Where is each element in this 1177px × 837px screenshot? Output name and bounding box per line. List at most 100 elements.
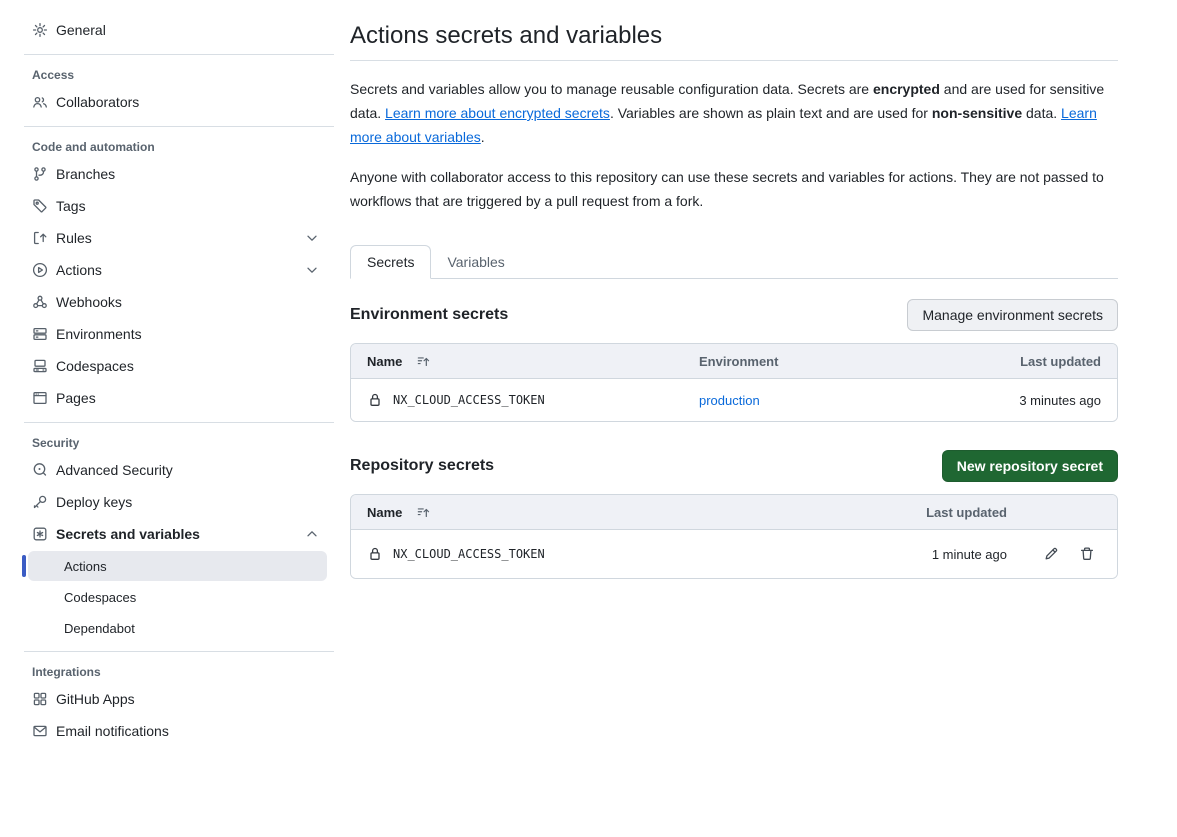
chevron-down-icon bbox=[304, 230, 320, 246]
last-updated-cell: 1 minute ago bbox=[867, 547, 1007, 562]
sidebar-section-header: Code and automation bbox=[24, 135, 334, 158]
learn-more-encrypted-secrets-link[interactable]: Learn more about encrypted secrets bbox=[385, 105, 610, 121]
column-header-label: Name bbox=[367, 505, 402, 520]
sidebar-item-label: General bbox=[56, 22, 326, 38]
environment-link[interactable]: production bbox=[699, 393, 760, 408]
edit-secret-button[interactable] bbox=[1037, 540, 1065, 568]
sidebar-item-label: Collaborators bbox=[56, 94, 326, 110]
sidebar-section-integrations: Integrations GitHub Apps Email notificat… bbox=[24, 651, 334, 747]
environment-secrets-title: Environment secrets bbox=[350, 306, 508, 324]
new-repository-secret-button[interactable]: New repository secret bbox=[942, 450, 1118, 482]
sidebar-item-actions[interactable]: Actions bbox=[24, 254, 334, 286]
key-asterisk-icon bbox=[32, 526, 48, 542]
sidebar-item-label: Deploy keys bbox=[56, 494, 326, 510]
apps-icon bbox=[32, 691, 48, 707]
sidebar-item-secrets-and-variables[interactable]: Secrets and variables bbox=[24, 518, 334, 550]
repository-secret-row: NX_CLOUD_ACCESS_TOKEN 1 minute ago bbox=[351, 530, 1117, 578]
chevron-down-icon bbox=[304, 262, 320, 278]
sidebar-item-label: Codespaces bbox=[56, 358, 326, 374]
sidebar-item-label: Actions bbox=[56, 262, 304, 278]
settings-sidebar: General Access Collaborators Code and au… bbox=[0, 14, 334, 747]
intro-text-segment: Secrets and variables allow you to manag… bbox=[350, 81, 873, 97]
people-icon bbox=[32, 94, 48, 110]
intro-text-segment: . bbox=[481, 129, 485, 145]
codespaces-icon bbox=[32, 358, 48, 374]
sidebar-item-environments[interactable]: Environments bbox=[24, 318, 334, 350]
sidebar-item-label: GitHub Apps bbox=[56, 691, 326, 707]
sidebar-item-general[interactable]: General bbox=[24, 14, 334, 46]
chevron-up-icon bbox=[304, 526, 320, 542]
sidebar-item-label: Rules bbox=[56, 230, 304, 246]
sidebar-subitem-label: Actions bbox=[64, 559, 107, 574]
environment-secrets-header: Environment secrets Manage environment s… bbox=[350, 299, 1118, 331]
key-icon bbox=[32, 494, 48, 510]
sidebar-item-deploy-keys[interactable]: Deploy keys bbox=[24, 486, 334, 518]
column-header-name[interactable]: Name bbox=[351, 354, 683, 369]
environment-secret-row: NX_CLOUD_ACCESS_TOKEN production 3 minut… bbox=[351, 379, 1117, 421]
sidebar-section-header: Integrations bbox=[24, 660, 334, 683]
secret-name: NX_CLOUD_ACCESS_TOKEN bbox=[393, 393, 545, 407]
last-updated-cell: 3 minutes ago bbox=[957, 393, 1117, 408]
sidebar-item-advanced-security[interactable]: Advanced Security bbox=[24, 454, 334, 486]
repository-secrets-header: Repository secrets New repository secret bbox=[350, 450, 1118, 482]
tab-secrets[interactable]: Secrets bbox=[350, 245, 431, 279]
sidebar-item-webhooks[interactable]: Webhooks bbox=[24, 286, 334, 318]
sidebar-subitem-actions[interactable]: Actions bbox=[28, 551, 327, 581]
sidebar-section-header: Access bbox=[24, 63, 334, 86]
sidebar-section-code-automation: Code and automation Branches Tags Rules bbox=[24, 126, 334, 414]
environment-secrets-table-header: Name Environment Last updated bbox=[351, 344, 1117, 379]
column-header-last-updated: Last updated bbox=[957, 354, 1117, 369]
sidebar-item-label: Webhooks bbox=[56, 294, 326, 310]
sidebar-item-collaborators[interactable]: Collaborators bbox=[24, 86, 334, 118]
repository-secrets-title: Repository secrets bbox=[350, 457, 494, 475]
sidebar-item-label: Pages bbox=[56, 390, 326, 406]
mail-icon bbox=[32, 723, 48, 739]
sidebar-item-branches[interactable]: Branches bbox=[24, 158, 334, 190]
sidebar-subitem-dependabot[interactable]: Dependabot bbox=[28, 613, 327, 643]
server-icon bbox=[32, 326, 48, 342]
environment-cell: production bbox=[683, 393, 957, 408]
environment-secrets-table: Name Environment Last updated NX_CLOUD_A… bbox=[350, 343, 1118, 422]
trash-icon bbox=[1079, 546, 1095, 562]
sort-ascending-icon bbox=[416, 354, 431, 369]
sidebar-item-rules[interactable]: Rules bbox=[24, 222, 334, 254]
delete-secret-button[interactable] bbox=[1073, 540, 1101, 568]
secret-name-cell: NX_CLOUD_ACCESS_TOKEN bbox=[351, 392, 683, 408]
intro-text-segment: data. bbox=[1022, 105, 1061, 121]
sidebar-item-tags[interactable]: Tags bbox=[24, 190, 334, 222]
manage-environment-secrets-button[interactable]: Manage environment secrets bbox=[907, 299, 1118, 331]
codescan-icon bbox=[32, 462, 48, 478]
rules-icon bbox=[32, 230, 48, 246]
sidebar-item-email-notifications[interactable]: Email notifications bbox=[24, 715, 334, 747]
git-branch-icon bbox=[32, 166, 48, 182]
gear-icon bbox=[32, 22, 48, 38]
secret-name: NX_CLOUD_ACCESS_TOKEN bbox=[393, 547, 545, 561]
intro-text-segment: . Variables are shown as plain text and … bbox=[610, 105, 932, 121]
intro-paragraph-2: Anyone with collaborator access to this … bbox=[350, 165, 1118, 213]
intro-bold-non-sensitive: non-sensitive bbox=[932, 105, 1022, 121]
column-header-last-updated: Last updated bbox=[867, 505, 1007, 520]
sidebar-item-label: Tags bbox=[56, 198, 326, 214]
lock-icon bbox=[367, 392, 383, 408]
column-header-label: Name bbox=[367, 354, 402, 369]
sidebar-item-codespaces[interactable]: Codespaces bbox=[24, 350, 334, 382]
sidebar-section-general: General bbox=[24, 14, 334, 46]
column-header-environment: Environment bbox=[683, 354, 957, 369]
repository-secrets-table: Name Last updated NX_CLOUD_ACCESS_TOKEN … bbox=[350, 494, 1118, 579]
sidebar-subitem-label: Codespaces bbox=[64, 590, 136, 605]
sidebar-item-label: Advanced Security bbox=[56, 462, 326, 478]
sidebar-item-pages[interactable]: Pages bbox=[24, 382, 334, 414]
browser-icon bbox=[32, 390, 48, 406]
main-content: Actions secrets and variables Secrets an… bbox=[350, 14, 1118, 747]
secret-name-cell: NX_CLOUD_ACCESS_TOKEN bbox=[351, 546, 867, 562]
sidebar-item-label: Environments bbox=[56, 326, 326, 342]
sidebar-subitem-label: Dependabot bbox=[64, 621, 135, 636]
sidebar-item-github-apps[interactable]: GitHub Apps bbox=[24, 683, 334, 715]
sidebar-section-security: Security Advanced Security Deploy keys S… bbox=[24, 422, 334, 643]
column-header-name[interactable]: Name bbox=[351, 505, 867, 520]
pencil-icon bbox=[1043, 546, 1059, 562]
sidebar-subitem-codespaces[interactable]: Codespaces bbox=[28, 582, 327, 612]
tag-icon bbox=[32, 198, 48, 214]
tab-variables[interactable]: Variables bbox=[431, 246, 520, 278]
sidebar-section-header: Security bbox=[24, 431, 334, 454]
